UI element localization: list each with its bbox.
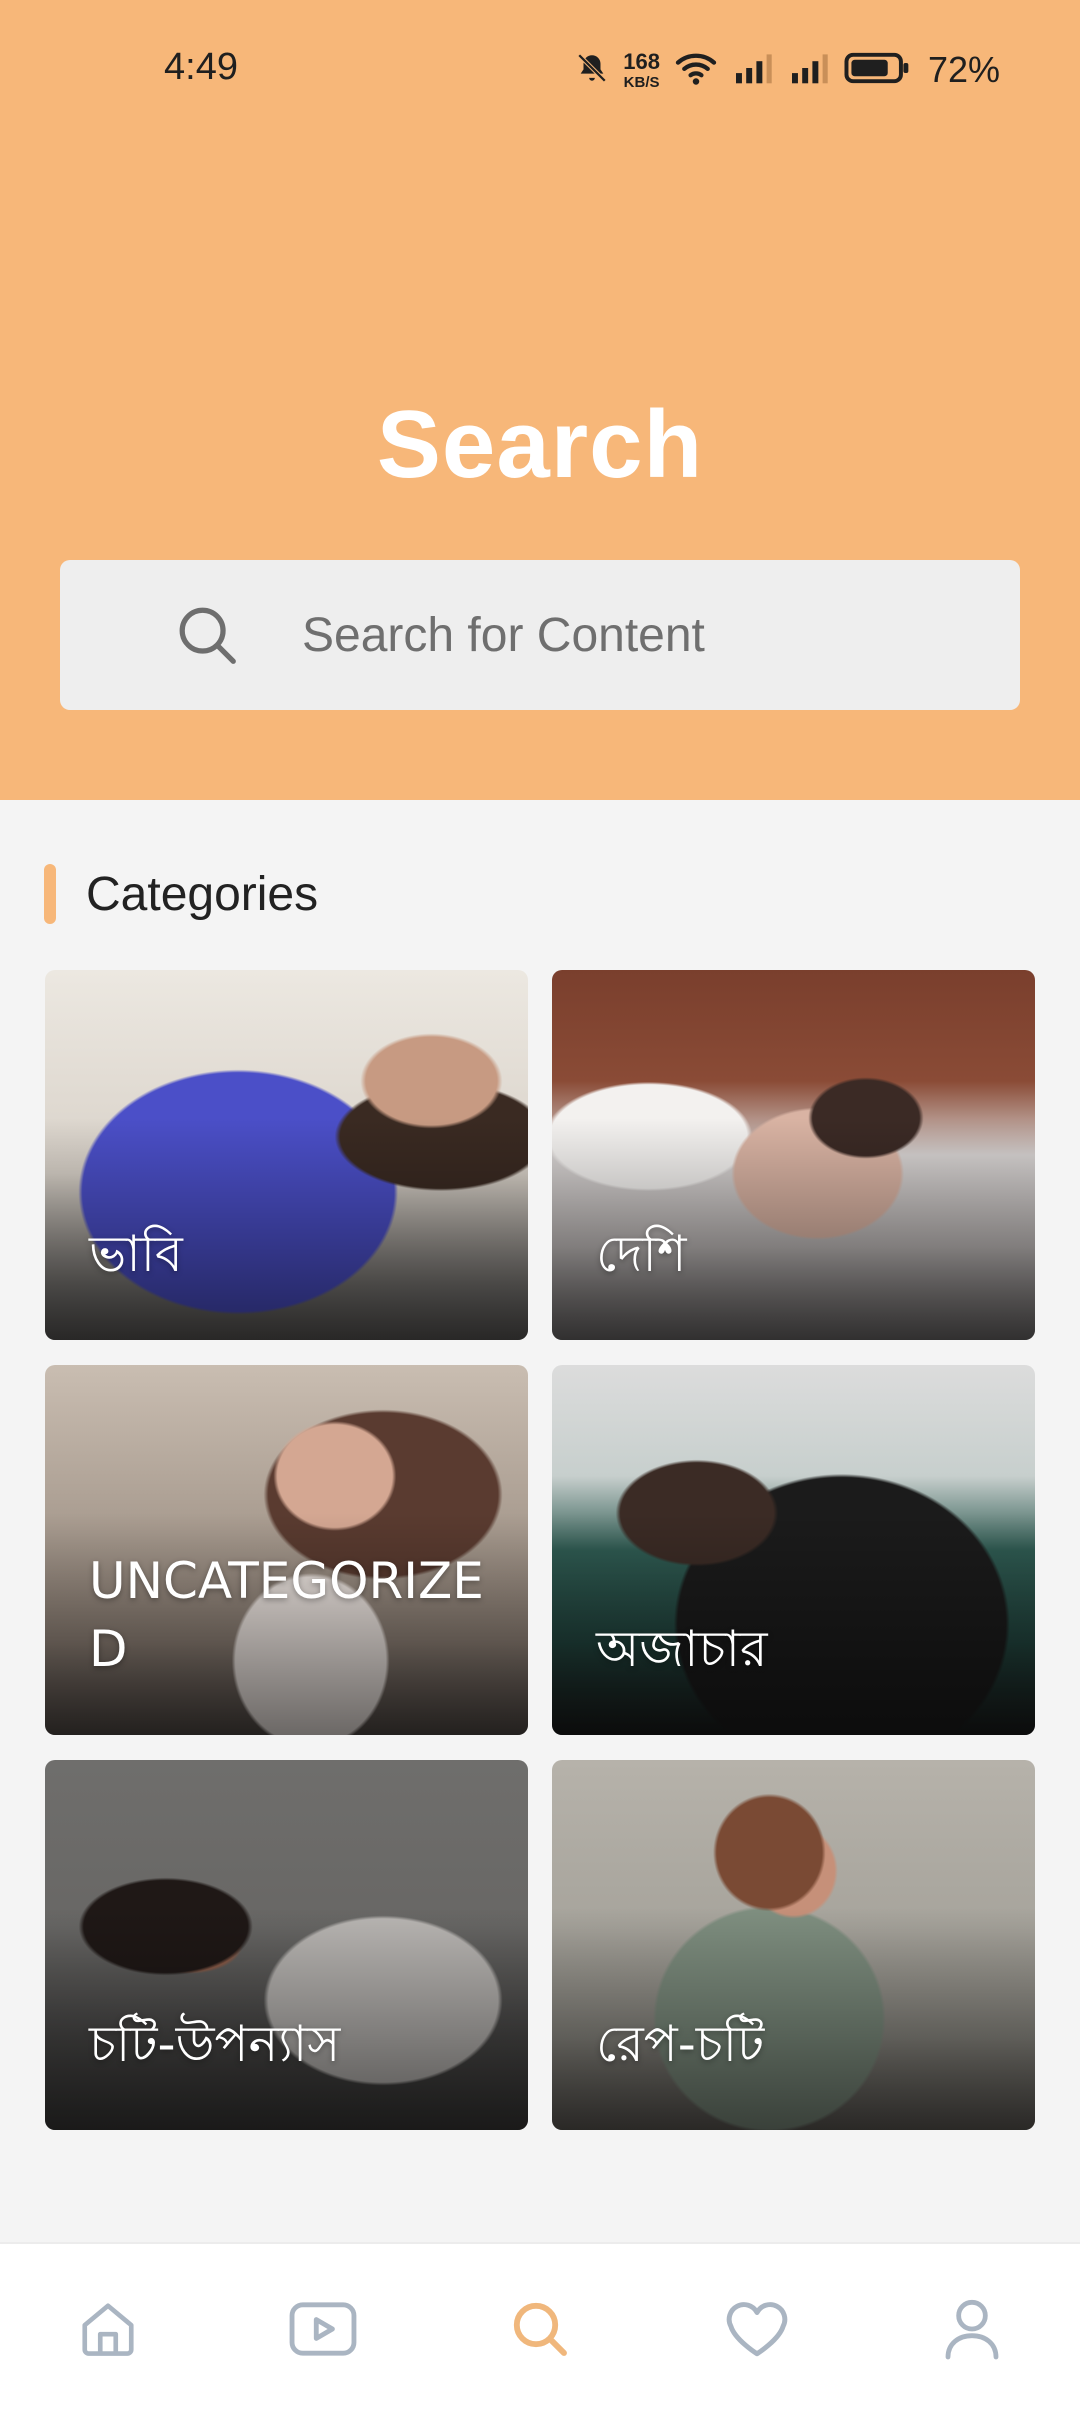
categories-header: Categories	[44, 864, 318, 924]
network-speed: 168 KB/S	[623, 48, 660, 91]
nav-favorites[interactable]	[722, 2296, 792, 2366]
nav-profile[interactable]	[937, 2296, 1007, 2366]
category-card-ajachar[interactable]: অজাচার	[552, 1365, 1035, 1735]
mute-bell-icon	[575, 50, 609, 91]
search-input[interactable]	[300, 606, 944, 664]
category-card-rep-choti[interactable]: রেপ-চটি	[552, 1760, 1035, 2130]
status-time: 4:49	[164, 46, 238, 88]
nav-videos[interactable]	[288, 2296, 358, 2366]
nav-home[interactable]	[73, 2296, 143, 2366]
category-card-deshi[interactable]: দেশি	[552, 970, 1035, 1340]
category-card-choti-uponnas[interactable]: চটি-উপন্যাস	[45, 1760, 528, 2130]
category-card-vabi[interactable]: ভাবি	[45, 970, 528, 1340]
category-label: চটি-উপন্যাস	[89, 2014, 341, 2073]
category-label: দেশি	[596, 1224, 687, 1283]
bottom-navigation	[0, 2242, 1080, 2414]
network-speed-unit: KB/S	[623, 73, 660, 91]
categories-title: Categories	[86, 867, 319, 921]
status-bar: 4:49 168 KB/S 72%	[0, 0, 1080, 140]
wifi-icon	[674, 50, 718, 91]
search-icon	[508, 2297, 572, 2366]
page-title: Search	[376, 391, 704, 498]
category-label: অজাচার	[596, 1619, 768, 1678]
header: 4:49 168 KB/S 72% Search Search for Cont…	[0, 0, 1080, 800]
category-label: UNCATEGORIZED	[89, 1552, 484, 1678]
search-icon	[172, 600, 264, 670]
battery-percent: 72%	[927, 49, 1000, 90]
category-grid: ভাবি দেশি UNCATEGORIZED অজাচার চটি-উপন্য…	[45, 970, 1035, 2130]
network-speed-value: 168	[623, 48, 660, 74]
battery-icon	[844, 51, 910, 90]
category-label: ভাবি	[89, 1224, 183, 1283]
section-accent-bar	[44, 864, 56, 924]
signal-strength-icon-1	[732, 51, 774, 90]
category-label: রেপ-চটি	[596, 2014, 765, 2073]
search-bar[interactable]	[60, 560, 1020, 710]
status-icons: 168 KB/S 72%	[575, 46, 1000, 94]
profile-icon	[942, 2297, 1002, 2366]
signal-strength-icon-2	[788, 51, 830, 90]
home-icon	[77, 2298, 139, 2365]
heart-icon	[724, 2298, 790, 2365]
category-card-uncategorized[interactable]: UNCATEGORIZED	[45, 1365, 528, 1735]
nav-search[interactable]	[505, 2296, 575, 2366]
video-play-icon	[288, 2298, 358, 2365]
